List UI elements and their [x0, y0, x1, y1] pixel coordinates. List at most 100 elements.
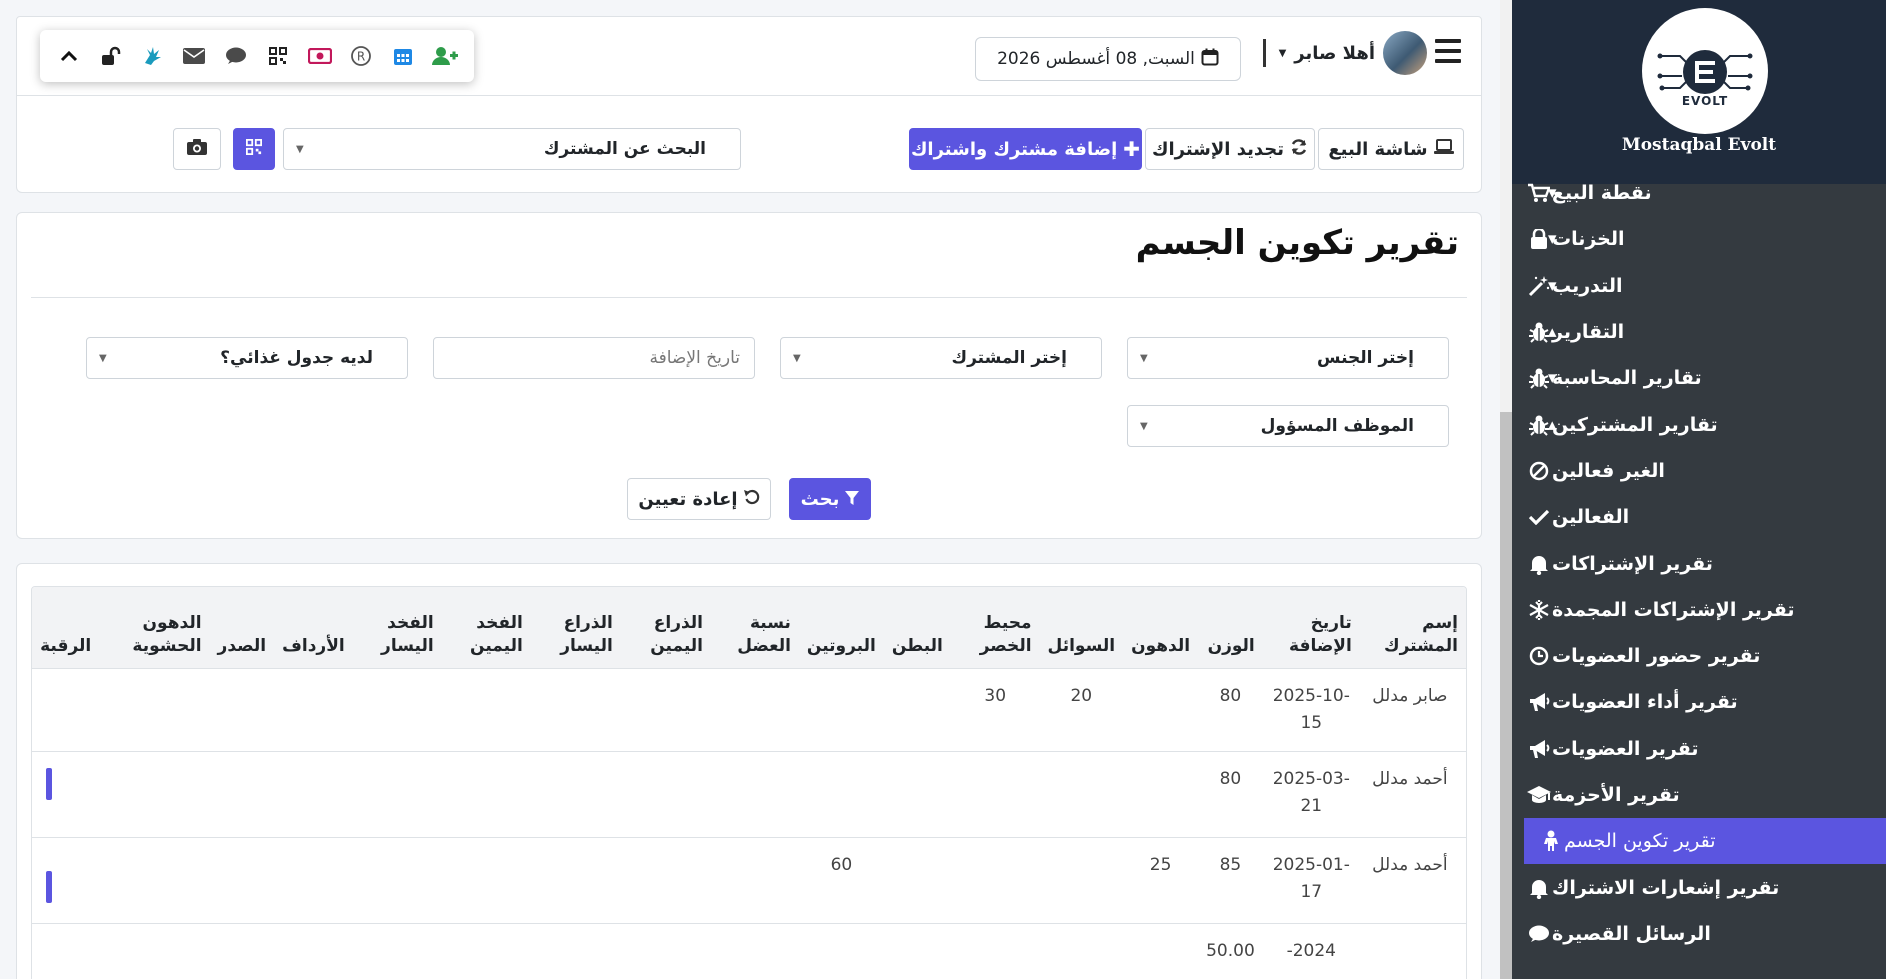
column-header[interactable]: البطن — [884, 587, 951, 668]
sidebar-item[interactable]: تقرير تكوين الجسم — [1524, 818, 1886, 865]
brand-logo-text: EVOLT — [1681, 94, 1729, 108]
sidebar-item-label: التدريب — [1552, 274, 1623, 297]
actions-bar: شاشة البيع تجديد الإشتراك إضافة مشترك وا… — [16, 96, 1482, 193]
caret-up-icon[interactable]: ▲ — [1548, 418, 1556, 431]
add-member-button[interactable]: إضافة مشترك واشتراك ✚ — [909, 128, 1142, 170]
row-action-flag[interactable] — [46, 871, 52, 903]
scan-qr-button[interactable] — [233, 128, 275, 170]
caret-down-icon[interactable]: ▼ — [1548, 233, 1556, 246]
table-header-row: إسم المشترك تاريخ الإضافة الوزن الدهون السوا… — [32, 587, 1466, 668]
sidebar-item[interactable]: تقرير إشعارات الاشتراك — [1512, 864, 1886, 910]
table-cell: صابر مدلل — [1359, 667, 1466, 752]
table-cell — [32, 667, 100, 752]
column-header[interactable]: نسبة العضل — [711, 587, 799, 668]
column-header[interactable]: الدهون الحشوية — [99, 587, 209, 668]
has-diet-select[interactable]: لديه جدول غذائي؟ ▼ — [86, 337, 408, 379]
sidebar: EVOLT Mostaqbal Evolt نقطة البيع ▼ الخزنات… — [1512, 0, 1886, 979]
sidebar-item-label: الخزنات — [1552, 228, 1625, 251]
column-header[interactable]: الأرداف — [274, 587, 353, 668]
date-added-input[interactable]: تاريخ الإضافة — [433, 337, 755, 379]
row-action-flag[interactable] — [46, 768, 52, 800]
sidebar-item[interactable]: الفعالين — [1512, 494, 1886, 540]
table-cell — [441, 836, 531, 924]
title-divider — [31, 297, 1467, 298]
page-title: تقرير تكوين الجسم — [1135, 223, 1459, 263]
bullhorn-icon — [1526, 736, 1552, 762]
column-header[interactable]: الصدر — [210, 587, 275, 668]
search-button[interactable]: بحث — [789, 478, 871, 520]
sidebar-item[interactable]: الخزنات ▼ — [1512, 216, 1886, 262]
table-row[interactable]: صابر مدلل 2025-10-15 80 20 30 — [32, 667, 1466, 752]
column-header[interactable]: الرقبة — [32, 587, 99, 668]
user-plus-icon[interactable] — [431, 42, 459, 70]
column-header[interactable]: الفخد اليسار — [353, 587, 442, 668]
qrcode-icon[interactable] — [264, 42, 292, 70]
brand-name: Mostaqbal Evolt — [1621, 135, 1777, 155]
money-icon[interactable] — [306, 42, 334, 70]
user-menu[interactable]: أهلا صابر ▼ — [1279, 31, 1427, 75]
column-header[interactable]: الدهون — [1123, 587, 1198, 668]
column-header[interactable]: محيط الخصر — [951, 587, 1040, 668]
unlock-icon[interactable] — [97, 42, 125, 70]
graduation-cap-icon — [1526, 782, 1552, 808]
table-cell — [711, 836, 799, 924]
renew-subscription-button[interactable]: تجديد الإشتراك — [1145, 128, 1315, 170]
staff-select[interactable]: الموظف المسؤول ▼ — [1127, 405, 1449, 447]
sidebar-item[interactable]: تقارير المشتركين ▲ — [1512, 401, 1886, 447]
sidebar-item[interactable]: تقرير الإشتراكات — [1512, 540, 1886, 586]
sidebar-item[interactable]: تقرير العضويات — [1512, 726, 1886, 772]
column-header[interactable]: الذراع اليمين — [621, 587, 711, 668]
sidebar-item[interactable]: التدريب ▼ — [1512, 263, 1886, 309]
comment-icon[interactable] — [222, 42, 250, 70]
sidebar-item[interactable]: تقرير الأحزمة — [1512, 772, 1886, 818]
pos-screen-button[interactable]: شاشة البيع — [1318, 128, 1464, 170]
sidebar-item-label: الرسائل القصيرة — [1552, 922, 1711, 945]
caret-down-icon[interactable]: ▼ — [1548, 372, 1556, 385]
sidebar-item[interactable]: تقارير المحاسبة ▼ — [1512, 355, 1886, 401]
chevron-up-icon[interactable] — [55, 42, 83, 70]
sign-language-icon[interactable] — [138, 42, 166, 70]
envelope-icon[interactable] — [180, 42, 208, 70]
table-cell — [798, 922, 884, 979]
member-select[interactable]: إختر المشترك ▼ — [780, 337, 1102, 379]
sidebar-item[interactable]: الغير فعالين — [1512, 448, 1886, 494]
table-cell: 30 — [950, 667, 1040, 752]
caret-down-icon[interactable]: ▼ — [1548, 187, 1556, 200]
table-cell — [32, 922, 100, 979]
table-cell: 80 — [1198, 667, 1263, 752]
calendar-icon[interactable] — [389, 42, 417, 70]
sidebar-item[interactable]: تقرير حضور العضويات — [1512, 633, 1886, 679]
table-cell — [530, 836, 621, 924]
reset-button[interactable]: إعادة تعيين — [627, 478, 771, 520]
table-row[interactable]: أحمد مدلل 2025-01-17 85 25 60 — [32, 836, 1466, 924]
column-header[interactable]: البروتين — [799, 587, 884, 668]
column-header[interactable]: تاريخ الإضافة — [1263, 587, 1360, 668]
sidebar-item[interactable]: تقرير أداء العضويات — [1512, 679, 1886, 725]
sidebar-item[interactable]: التقارير ▲ — [1512, 309, 1886, 355]
page-scrollbar-thumb[interactable] — [1500, 412, 1512, 979]
column-header[interactable]: إسم المشترك — [1360, 587, 1466, 668]
caret-up-icon[interactable]: ▲ — [1548, 326, 1556, 339]
table-cell — [99, 836, 210, 924]
sidebar-nav: نقطة البيع ▼ الخزنات ▼ التدريب ▼ التقارير ▲ تقار… — [1512, 170, 1886, 957]
sidebar-item-label: تقرير إشعارات الاشتراك — [1552, 876, 1780, 899]
caret-down-icon[interactable]: ▼ — [1548, 279, 1556, 292]
table-row[interactable]: أحمد مدلل 2025-03-21 80 — [32, 750, 1466, 838]
camera-button[interactable] — [173, 128, 221, 170]
table-row[interactable]: 2024- 50.00 — [32, 922, 1466, 979]
registered-icon[interactable]: R — [347, 42, 375, 70]
sidebar-item[interactable]: تقرير الإشتراكات المجمدة — [1512, 587, 1886, 633]
column-header[interactable]: الوزن — [1198, 587, 1263, 668]
filters-card: تقرير تكوين الجسم إختر الجنس ▼ إختر المش… — [16, 212, 1482, 539]
column-header[interactable]: الفخد اليمين — [442, 587, 531, 668]
hamburger-menu-icon[interactable] — [1435, 39, 1461, 63]
gender-select[interactable]: إختر الجنس ▼ — [1127, 337, 1449, 379]
column-header[interactable]: الذراع اليسار — [531, 587, 621, 668]
sidebar-item[interactable]: نقطة البيع ▼ — [1512, 170, 1886, 216]
table-cell: 25 — [1123, 836, 1199, 924]
member-search-select[interactable]: البحث عن المشترك ▼ — [283, 128, 741, 170]
sidebar-item[interactable]: الرسائل القصيرة — [1512, 911, 1886, 957]
body-composition-table: إسم المشترك تاريخ الإضافة الوزن الدهون السوا… — [32, 587, 1466, 979]
column-header[interactable]: السوائل — [1040, 587, 1124, 668]
sidebar-item-label: تقرير العضويات — [1552, 737, 1699, 760]
